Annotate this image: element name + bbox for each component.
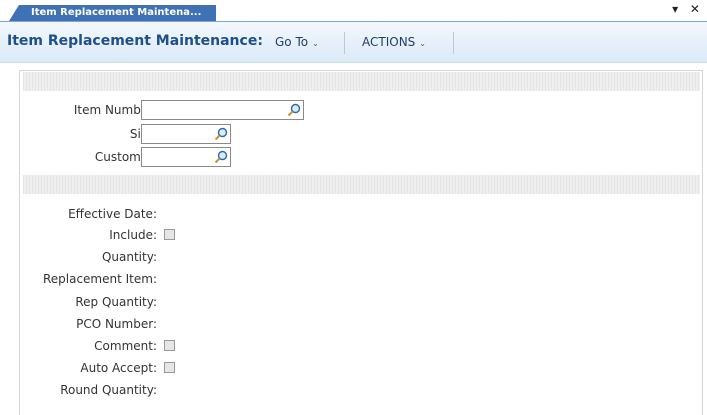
magnifier-icon[interactable] [214, 127, 228, 141]
tab-controls[interactable]: ▾ ✕ [672, 2, 704, 16]
auto-accept-label: Auto Accept: [80, 361, 157, 375]
include-label: Include: [109, 228, 157, 242]
quantity-label: Quantity: [101, 250, 157, 264]
actions-menu[interactable]: ACTIONS ⌄ [362, 35, 426, 49]
section-header-details [23, 175, 700, 194]
auto-accept-checkbox[interactable] [164, 362, 175, 373]
section-header-search [23, 72, 700, 91]
customer-label: Customer: [94, 150, 157, 164]
goto-menu-label: Go To [275, 35, 309, 49]
effective-date-label: Effective Date: [68, 207, 157, 221]
comment-label: Comment: [94, 339, 157, 353]
round-quantity-label: Round Quantity: [60, 383, 157, 397]
page-title: Item Replacement Maintenance: [7, 33, 263, 49]
title-bar: Item Replacement Maintenance: Go To ⌄ ACT… [0, 22, 707, 63]
include-checkbox[interactable] [164, 229, 175, 240]
actions-menu-label: ACTIONS [362, 35, 416, 49]
chevron-down-icon: ⌄ [312, 39, 319, 48]
pco-number-label: PCO Number: [76, 317, 157, 331]
tab-item-replacement[interactable]: Item Replacement Maintena... [9, 5, 216, 21]
site-label: Site: [7, 127, 157, 141]
item-number-label: Item Number: [73, 103, 157, 117]
replacement-item-label: Replacement Item: [42, 272, 157, 286]
rep-quantity-label: Rep Quantity: [75, 295, 157, 309]
magnifier-icon[interactable] [287, 103, 301, 117]
magnifier-icon[interactable] [214, 150, 228, 164]
goto-menu[interactable]: Go To ⌄ [275, 35, 319, 49]
comment-checkbox[interactable] [164, 340, 175, 351]
chevron-down-icon: ⌄ [419, 39, 426, 48]
menu-separator [453, 32, 454, 54]
item-number-field[interactable] [141, 100, 304, 120]
tab-strip: Item Replacement Maintena... ▾ ✕ [0, 0, 707, 22]
menu-separator [344, 32, 345, 54]
